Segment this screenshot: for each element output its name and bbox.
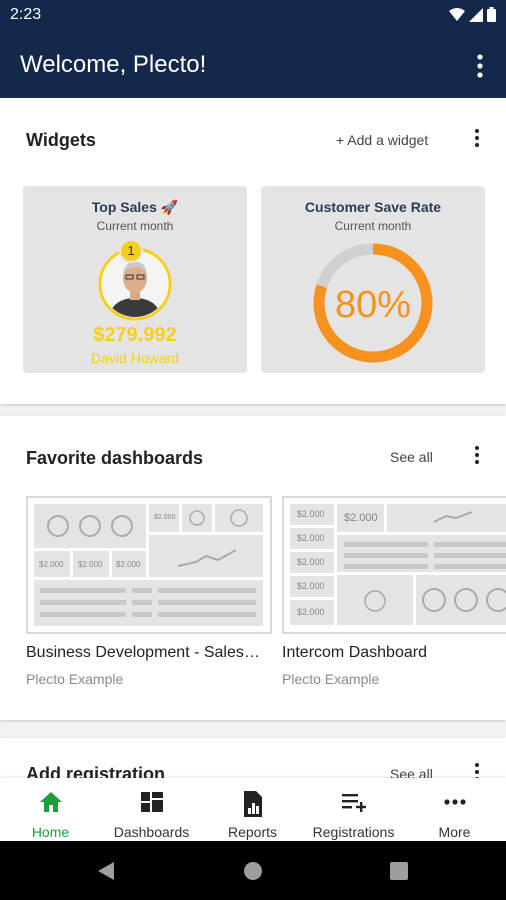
dashboard-subtitle: Plecto Example bbox=[282, 671, 380, 687]
nav-dashboards[interactable]: Dashboards bbox=[101, 778, 202, 841]
see-all-registrations-button[interactable]: See all bbox=[390, 766, 433, 778]
dashboard-preview-icon bbox=[34, 504, 263, 626]
dashboard-name[interactable]: Business Development - Sales… bbox=[26, 644, 274, 662]
thumb-value: $2.000 bbox=[78, 560, 103, 569]
more-vert-icon[interactable] bbox=[468, 51, 492, 81]
favorites-title: Favorite dashboards bbox=[26, 448, 204, 468]
nav-home[interactable]: Home bbox=[0, 778, 101, 841]
see-all-dashboards-button[interactable]: See all bbox=[390, 449, 433, 465]
reports-icon bbox=[244, 791, 262, 817]
nav-label: Home bbox=[31, 824, 70, 840]
sales-value: $279.992 bbox=[93, 324, 177, 346]
wifi-icon bbox=[449, 7, 465, 21]
thumb-value: $2.000 bbox=[116, 560, 141, 569]
signal-icon bbox=[469, 7, 483, 22]
more-horiz-icon bbox=[444, 799, 466, 805]
thumb-value: $2.000 bbox=[297, 533, 325, 543]
status-bar: 2:23 bbox=[0, 0, 506, 32]
widget-title: Customer Save Rate bbox=[304, 199, 442, 215]
favorites-menu-icon[interactable] bbox=[471, 443, 483, 469]
thumb-value: $2.000 bbox=[344, 512, 378, 524]
rank-badge: 1 bbox=[119, 239, 143, 263]
nav-reports[interactable]: Reports bbox=[202, 778, 303, 841]
widgets-menu-icon[interactable] bbox=[471, 126, 483, 152]
nav-registrations[interactable]: Registrations bbox=[303, 778, 404, 841]
system-nav-bar bbox=[0, 841, 506, 900]
thumb-value: $2.000 bbox=[154, 514, 176, 521]
nav-label: Registrations bbox=[312, 824, 395, 840]
registration-title: Add registration bbox=[26, 764, 166, 778]
dashboards-icon bbox=[141, 792, 163, 812]
widget-title: Top Sales 🚀 bbox=[91, 199, 179, 215]
app-title: Welcome, Plecto! bbox=[20, 51, 207, 78]
back-icon[interactable] bbox=[96, 861, 116, 881]
registration-card: Add registration See all bbox=[0, 738, 506, 778]
app-bar: Welcome, Plecto! bbox=[0, 32, 506, 98]
dashboard-name[interactable]: Intercom Dashboard bbox=[282, 644, 506, 662]
widget-subtitle: Current month bbox=[96, 219, 174, 233]
nav-more[interactable]: More bbox=[404, 778, 505, 841]
widgets-card: Widgets + Add a widget Top Sales 🚀 Curre… bbox=[0, 98, 506, 404]
nav-label: Reports bbox=[227, 824, 278, 840]
dashboard-subtitle: Plecto Example bbox=[26, 671, 124, 687]
scroll-content[interactable]: Widgets + Add a widget Top Sales 🚀 Curre… bbox=[0, 98, 506, 778]
bottom-nav: Home Dashboards Reports Registrations Mo… bbox=[0, 778, 506, 841]
thumb-value: $2.000 bbox=[297, 581, 325, 591]
save-rate-widget[interactable]: Customer Save Rate Current month 80% bbox=[261, 186, 485, 373]
dashboard-thumbnail[interactable]: $2.000 $2.000 $2.000 $2.000 bbox=[26, 496, 272, 634]
nav-label: More bbox=[438, 824, 471, 840]
save-rate-value: 80% bbox=[334, 284, 412, 326]
salesperson-name: David Howard bbox=[91, 350, 179, 366]
nav-label: Dashboards bbox=[113, 824, 190, 840]
add-widget-button[interactable]: + Add a widget bbox=[336, 132, 428, 148]
recents-icon[interactable] bbox=[390, 862, 408, 880]
thumb-value: $2.000 bbox=[297, 509, 325, 519]
widget-subtitle: Current month bbox=[334, 219, 412, 233]
status-time: 2:23 bbox=[10, 6, 42, 23]
registrations-icon bbox=[342, 794, 366, 812]
status-icons bbox=[449, 7, 496, 22]
battery-icon bbox=[487, 7, 496, 22]
widgets-title: Widgets bbox=[26, 130, 96, 150]
registration-menu-icon[interactable] bbox=[471, 760, 483, 778]
thumb-value: $2.000 bbox=[297, 557, 325, 567]
home-icon bbox=[40, 792, 62, 812]
thumb-value: $2.000 bbox=[39, 560, 64, 569]
dashboard-thumbnail[interactable]: $2.000 $2.000 $2.000 $2.000 $2.000 $2.00… bbox=[282, 496, 506, 634]
thumb-value: $2.000 bbox=[297, 607, 325, 617]
home-circle-icon[interactable] bbox=[243, 861, 263, 881]
rank-number: 1 bbox=[127, 243, 135, 258]
top-sales-widget[interactable]: Top Sales 🚀 Current month 1 $279.992 Dav… bbox=[23, 186, 247, 373]
